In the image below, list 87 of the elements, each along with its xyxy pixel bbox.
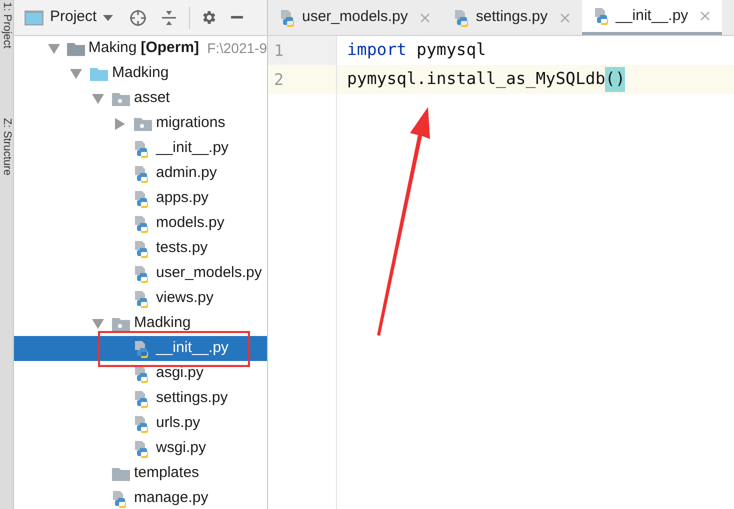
panel-title[interactable]: Project [50, 6, 97, 29]
folder-name: templates [134, 463, 200, 484]
python-file-icon [134, 264, 150, 282]
tree-row[interactable]: admin.py [14, 161, 267, 186]
tree-row[interactable]: Madking [14, 311, 267, 336]
python-file-icon [134, 390, 150, 408]
code-line: import pymysql [346, 39, 488, 62]
tree-row[interactable]: wsgi.py [14, 436, 267, 461]
file-name: __init__.py [156, 338, 229, 358]
tree-row[interactable]: user_models.py [14, 261, 267, 286]
tree-row[interactable]: urls.py [14, 411, 267, 436]
line-number: 1 [268, 36, 337, 65]
file-name: asgi.py [156, 363, 204, 384]
line-number: 2 [268, 65, 337, 94]
file-name: manage.py [134, 488, 208, 508]
folder-name: Making [88, 38, 137, 58]
file-name: user_models.py [156, 263, 262, 284]
tree-row[interactable]: templates [14, 461, 267, 486]
tree-row[interactable]: __init__.py [14, 336, 267, 361]
python-file-icon [280, 8, 296, 26]
close-icon[interactable] [420, 12, 430, 22]
tab-label: settings.py [476, 7, 548, 28]
file-name: views.py [156, 288, 214, 308]
editor-tab[interactable]: settings.py [442, 0, 582, 35]
file-name: urls.py [156, 413, 200, 434]
python-file-icon [112, 490, 128, 508]
python-file-icon [134, 140, 150, 158]
project-path: F:\2021-9 [207, 39, 267, 58]
tree-row[interactable]: views.py [14, 286, 267, 311]
tree-row[interactable]: tests.py [14, 236, 267, 261]
source-folder-icon [90, 66, 108, 80]
expand-arrow-icon[interactable] [92, 94, 104, 104]
tool-window-label[interactable]: 1: Project [0, 2, 13, 48]
module-name: [Operm] [140, 38, 200, 58]
expand-arrow-icon[interactable] [48, 44, 60, 54]
close-icon[interactable] [560, 12, 570, 22]
tree-row[interactable]: apps.py [14, 186, 267, 211]
file-name: settings.py [156, 388, 228, 408]
file-name: wsgi.py [156, 438, 206, 458]
package-folder-icon [134, 116, 152, 130]
tree-row[interactable]: Madking [14, 61, 267, 86]
folder-name: asset [134, 88, 170, 108]
expand-arrow-icon[interactable] [70, 68, 82, 78]
file-name: admin.py [156, 163, 217, 184]
python-file-icon [134, 414, 150, 432]
tab-label: __init__.py [616, 6, 688, 26]
folder-icon [112, 466, 130, 480]
dropdown-caret-icon[interactable] [102, 14, 113, 20]
editor-tab[interactable]: __init__.py [582, 0, 722, 35]
tree-row[interactable]: asset [14, 86, 267, 111]
folder-name: Madking [134, 313, 191, 334]
python-file-icon [594, 7, 610, 25]
target-icon[interactable] [128, 8, 147, 26]
collapse-icon[interactable] [160, 10, 177, 26]
tool-window-label[interactable]: Z: Structure [0, 118, 13, 176]
collapsed-arrow-icon[interactable] [114, 118, 126, 130]
tree-row[interactable]: __init__.py [14, 136, 267, 161]
minimize-icon[interactable] [230, 16, 243, 19]
python-file-icon [134, 214, 150, 232]
python-file-icon [134, 340, 150, 358]
folder-icon [67, 42, 86, 56]
file-name: __init__.py [156, 138, 229, 158]
file-name: models.py [156, 213, 224, 234]
python-file-icon [134, 190, 150, 208]
tree-row[interactable]: Making [Operm] F:\2021-9 [14, 36, 267, 61]
folder-name: migrations [156, 113, 226, 134]
editor-tab[interactable]: user_models.py [268, 0, 442, 35]
python-file-icon [134, 164, 150, 182]
file-name: tests.py [156, 238, 208, 258]
tree-row[interactable]: settings.py [14, 386, 267, 411]
tree-row[interactable]: migrations [14, 111, 267, 136]
python-file-icon [134, 440, 150, 458]
package-folder-icon [112, 316, 130, 330]
expand-arrow-icon[interactable] [92, 318, 104, 328]
python-file-icon [454, 8, 470, 26]
close-icon[interactable] [700, 11, 710, 21]
tab-label: user_models.py [302, 7, 408, 28]
package-folder-icon [112, 92, 130, 106]
file-name: apps.py [156, 188, 209, 208]
tree-row[interactable]: models.py [14, 211, 267, 236]
window-icon [24, 10, 44, 26]
python-file-icon [134, 290, 150, 308]
tree-row[interactable]: manage.py [14, 486, 267, 509]
folder-name: Madking [112, 63, 169, 84]
python-file-icon [134, 240, 150, 258]
python-file-icon [134, 364, 150, 382]
tree-row[interactable]: asgi.py [14, 361, 267, 386]
